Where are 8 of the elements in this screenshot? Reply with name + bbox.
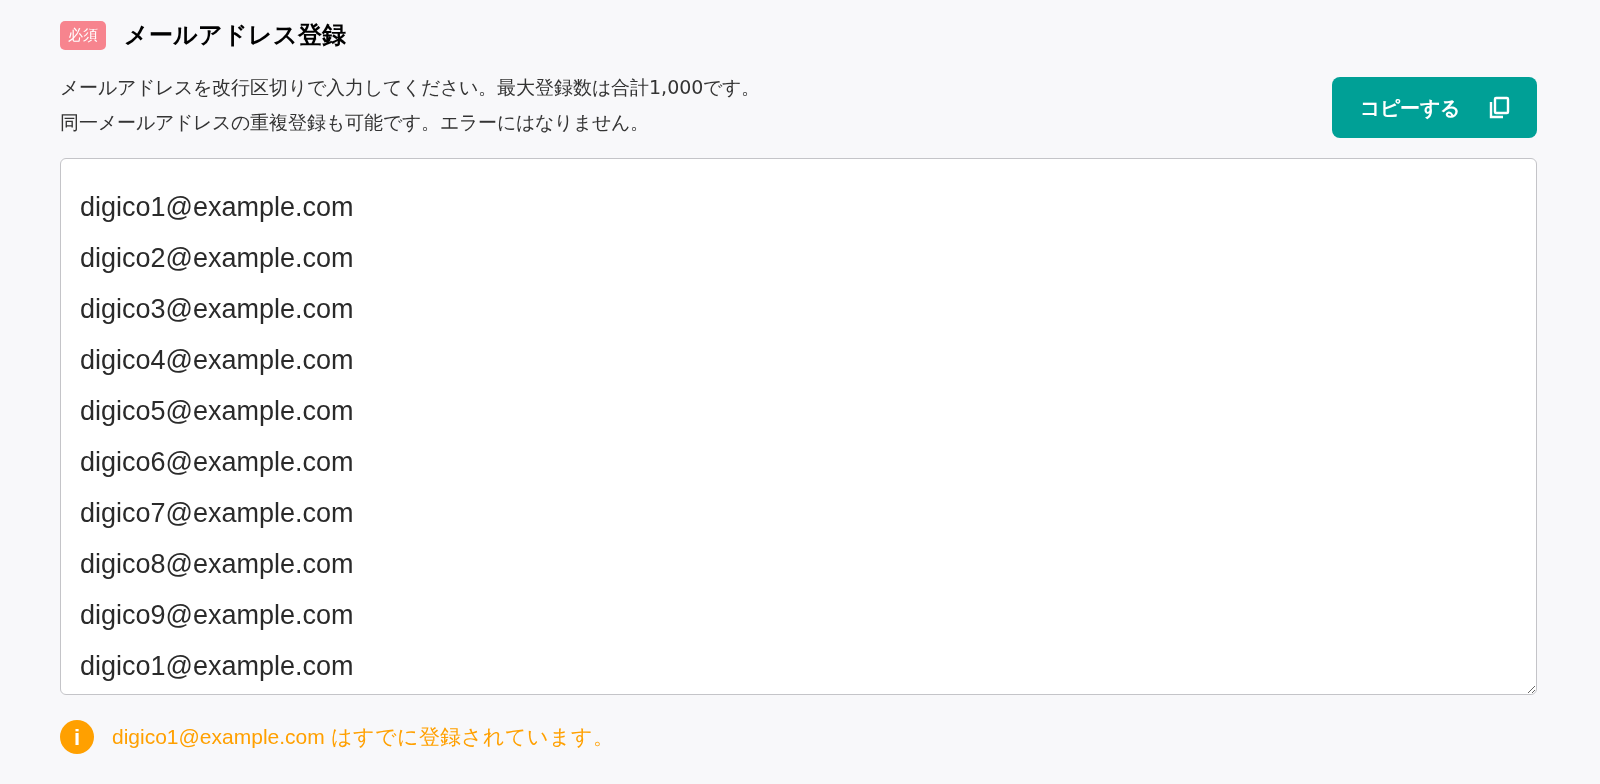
description-text: 同一メールアドレスの重複登録も可能です。エラーにはなりません。 — [60, 110, 650, 135]
copy-icon — [1487, 95, 1510, 120]
description-text: メールアドレスを改行区切りで入力してください。最大登録数は合計1,000です。 — [60, 75, 761, 100]
info-icon: i — [60, 720, 94, 754]
email-input-field[interactable]: digico1@example.com digico2@example.com digico3@example.com digico4@example.com digico5@example.com digico6@example.com digico7@example.com digico8@example.com digico9@example.com digico1@example.com — [60, 158, 1537, 695]
required-badge: 必須 — [60, 20, 106, 50]
warning-message: digico1@example.com はすでに登録されています。 — [112, 724, 614, 751]
section-title: メールアドレス登録 — [124, 20, 346, 51]
